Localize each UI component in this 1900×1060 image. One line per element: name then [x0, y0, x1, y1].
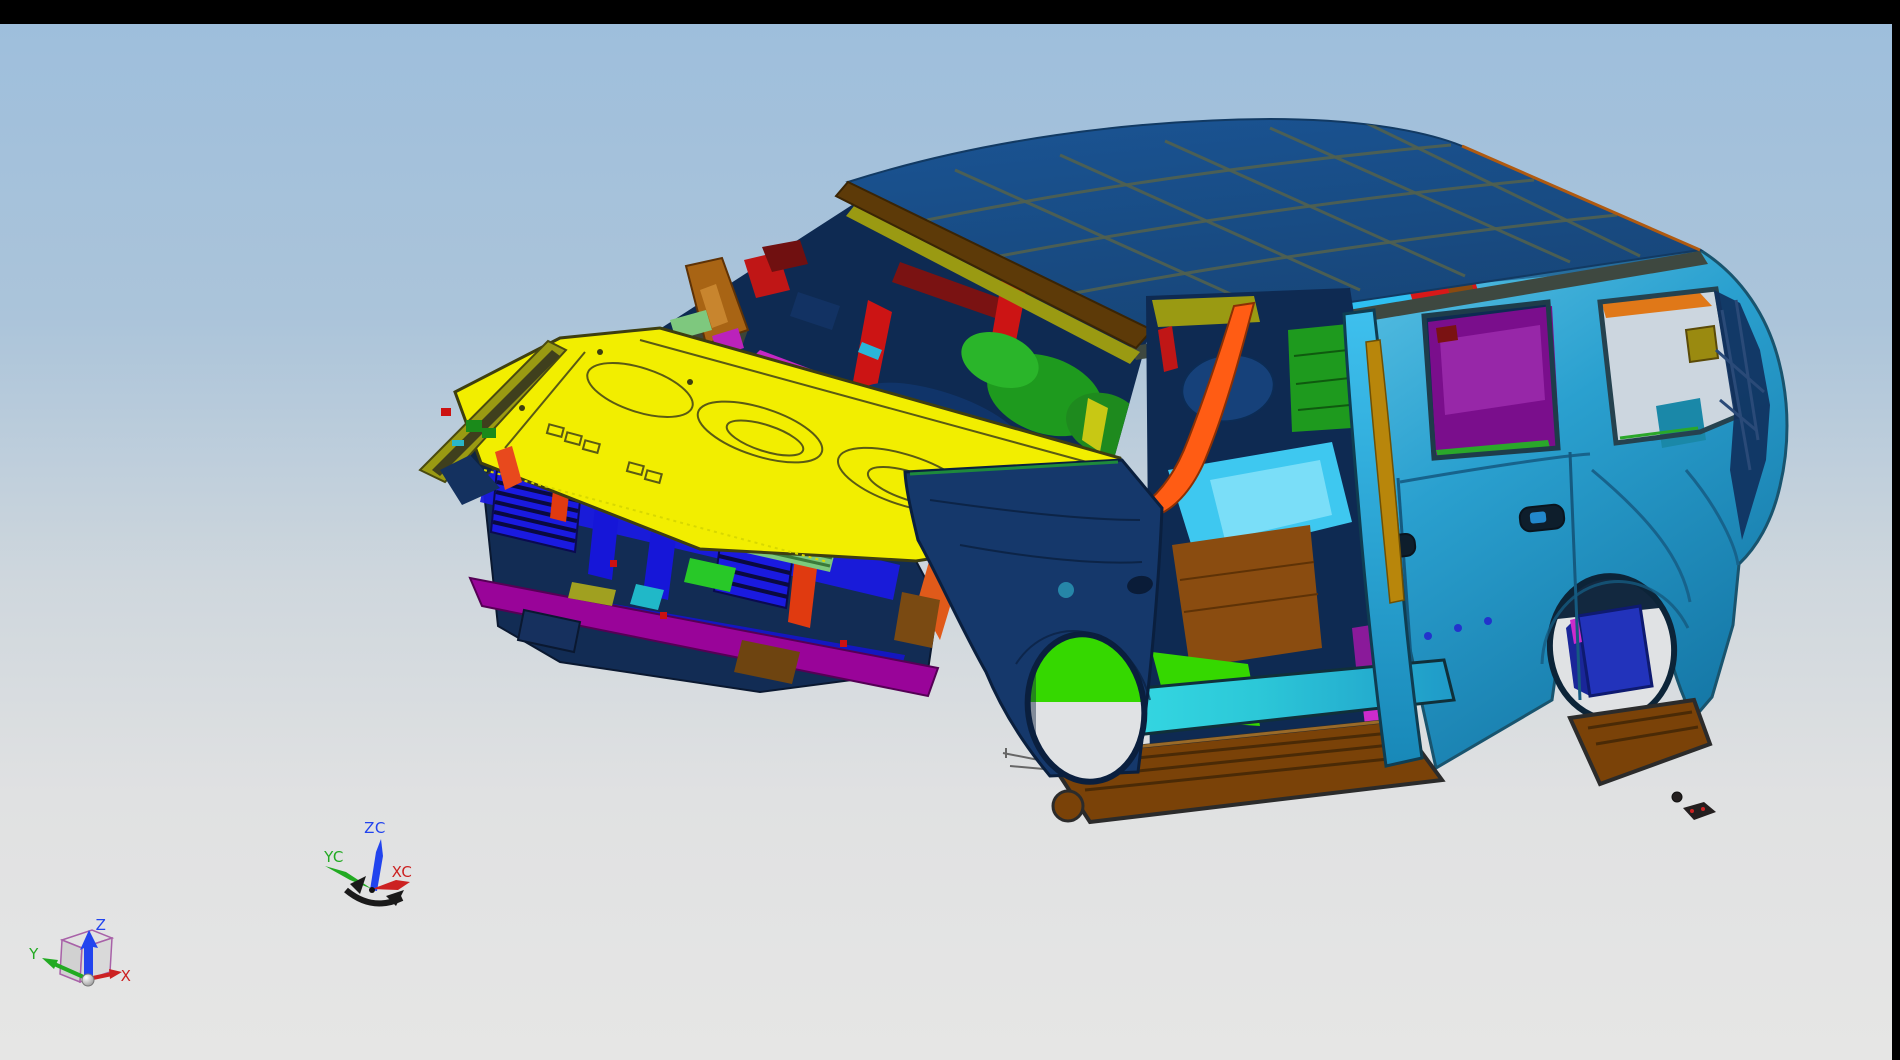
clip-red-dot — [840, 640, 847, 647]
hood-bolt — [597, 349, 603, 355]
datum-z-label: Z — [96, 916, 107, 934]
rear-window-maroon[interactable] — [1436, 325, 1458, 343]
quarter-window-olive-card[interactable] — [1686, 326, 1718, 362]
cap-green-card[interactable] — [482, 428, 496, 438]
spot-weld-dot — [1484, 617, 1492, 625]
quarter-window[interactable] — [1600, 289, 1738, 448]
clip-red-dot — [660, 612, 667, 619]
rear-door-window[interactable] — [1424, 302, 1560, 458]
cap-green-card[interactable] — [466, 420, 482, 432]
wcs-z-label: ZC — [364, 819, 386, 837]
clip-brown-bit-2[interactable] — [894, 592, 940, 648]
small-part-red-dot — [1690, 809, 1694, 813]
fender-glint — [1058, 582, 1074, 598]
small-part-dot[interactable] — [1672, 792, 1682, 802]
right-bar — [1892, 0, 1900, 1060]
datum-x-label: X — [121, 967, 132, 985]
wcs-y-label: YC — [323, 848, 344, 866]
datum-origin-ball[interactable] — [82, 974, 94, 986]
clip-red-dot — [610, 560, 617, 567]
cap-red-dot — [441, 408, 451, 416]
wcs-x-label: XC — [392, 863, 413, 881]
datum-y-label: Y — [28, 945, 39, 963]
door-handle-rear[interactable] — [1519, 504, 1565, 532]
viewport-3d[interactable]: ZC YC XC Z Y X — [0, 0, 1900, 1060]
quarter-window-teal-step[interactable] — [1656, 398, 1706, 448]
small-part-red-dot — [1701, 807, 1705, 811]
wheel-arch-box[interactable] — [1578, 606, 1652, 696]
hood-bolt — [687, 379, 693, 385]
cap-teal-sliver — [452, 440, 464, 446]
top-bar — [0, 0, 1900, 24]
hood-bolt — [519, 405, 525, 411]
spot-weld-dot — [1424, 632, 1432, 640]
spot-weld-dot — [1454, 624, 1462, 632]
running-board-tip — [1053, 791, 1083, 821]
